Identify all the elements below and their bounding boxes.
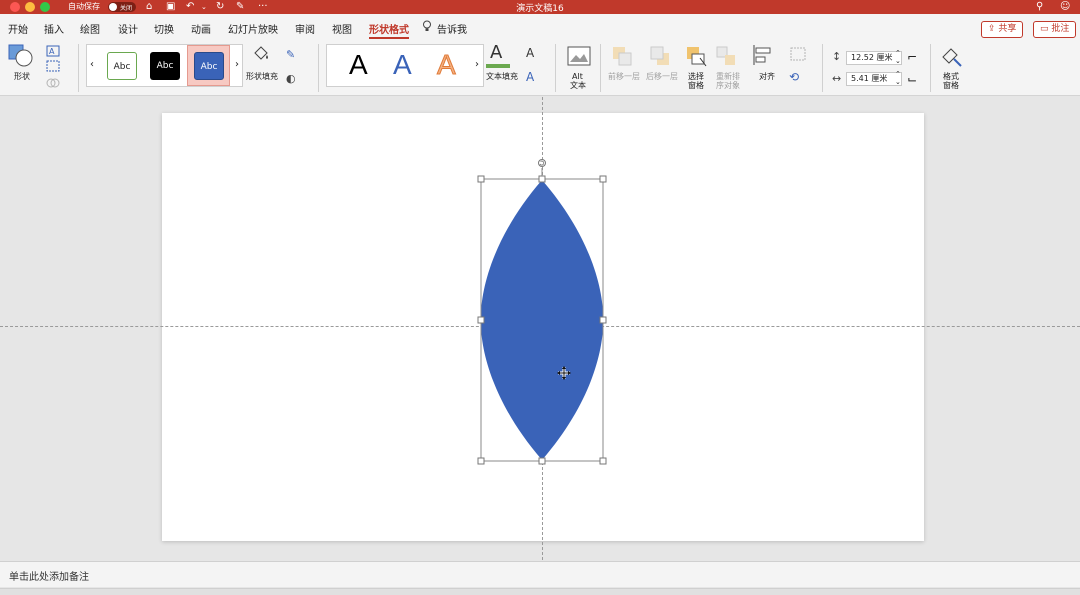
tab-animations[interactable]: 动画 — [191, 21, 211, 36]
group-icon — [790, 47, 806, 61]
alt-text-label-1: Alt — [572, 72, 583, 81]
tell-me-search[interactable]: 告诉我 — [437, 21, 467, 36]
format-pane-label-2: 窗格 — [943, 81, 959, 90]
reorder-objects-icon — [716, 46, 735, 65]
ribbon: 形状 A ‹ Abc Abc Abc › 形状填充 ✎ ◐ A A A › A … — [0, 40, 1080, 96]
rotate-handle-icon[interactable] — [538, 159, 546, 167]
selection-pane-label-1: 选择 — [688, 72, 704, 81]
shape-style-black[interactable]: Abc — [150, 52, 180, 80]
rotate-icon[interactable]: ⟲ — [789, 70, 799, 84]
separator — [555, 44, 556, 92]
edit-shape-icon[interactable]: A — [46, 45, 60, 57]
wordart-gallery: A A A › — [326, 44, 484, 87]
height-input[interactable]: 12.52 厘米 — [846, 51, 902, 65]
resize-handle-bottom[interactable] — [538, 457, 546, 465]
comment-icon: ▭ — [1040, 24, 1052, 34]
tab-insert[interactable]: 插入 — [44, 21, 64, 36]
account-icon[interactable]: ☺ — [1060, 1, 1070, 13]
reorder-label-1: 重新排 — [716, 72, 740, 81]
active-tab-underline — [369, 37, 409, 39]
separator — [600, 44, 601, 92]
shapes-icon[interactable] — [8, 44, 34, 68]
format-pane-label-1: 格式 — [943, 72, 959, 81]
reorder-label-2: 序对象 — [716, 81, 740, 90]
title-bar: 自动保存 关闭 ⌂ ▣ ↶ ⌄ ↻ ✎ ··· 演示文稿16 ⚲ ☺ — [0, 0, 1080, 14]
selected-shape[interactable] — [470, 155, 615, 473]
selection-pane-icon[interactable] — [686, 46, 708, 68]
notes-placeholder[interactable]: 单击此处添加备注 — [9, 568, 89, 583]
gallery-next-icon[interactable]: › — [235, 59, 239, 70]
shape-effects-icon[interactable]: ◐ — [286, 72, 296, 85]
format-pane-icon[interactable] — [940, 45, 962, 67]
bring-forward-label: 前移一层 — [608, 72, 640, 81]
width-input[interactable]: 5.41 厘米 — [846, 72, 902, 86]
share-icon: ⇪ — [988, 24, 999, 34]
wordart-next-icon[interactable]: › — [475, 59, 479, 70]
shape-outline-icon[interactable]: ✎ — [286, 48, 295, 61]
width-spinner-icon[interactable]: ⌃ ⌄ — [895, 70, 901, 86]
merge-shapes-icon — [46, 78, 60, 88]
crop-corner-icon: ⌙ — [907, 72, 918, 86]
selection-pane-label-2: 窗格 — [688, 81, 704, 90]
paint-bucket-icon[interactable] — [251, 44, 271, 64]
share-label: 共享 — [998, 24, 1017, 34]
resize-handle-bl[interactable] — [477, 457, 485, 465]
bring-forward-icon — [613, 47, 632, 66]
resize-handle-top[interactable] — [538, 175, 546, 183]
width-icon: ↔ — [832, 72, 842, 85]
shape-style-outline[interactable]: Abc — [107, 52, 137, 80]
separator — [930, 44, 931, 92]
comments-label: 批注 — [1051, 24, 1070, 34]
status-bar — [0, 588, 1080, 595]
text-fill-icon[interactable]: A — [490, 42, 502, 63]
comments-button[interactable]: ▭ 批注 — [1033, 21, 1077, 38]
document-title: 演示文稿16 — [516, 4, 564, 14]
height-spinner-icon[interactable]: ⌃ ⌄ — [895, 49, 901, 65]
lightbulb-icon — [423, 20, 431, 31]
resize-handle-tr[interactable] — [599, 175, 607, 183]
resize-handle-left[interactable] — [477, 316, 485, 324]
shape-styles-gallery: ‹ Abc Abc Abc › — [86, 44, 243, 87]
text-effects-icon[interactable]: A — [526, 70, 534, 84]
gallery-prev-icon[interactable]: ‹ — [90, 59, 94, 70]
tab-view[interactable]: 视图 — [332, 21, 352, 36]
wordart-blue[interactable]: A — [393, 49, 412, 81]
text-outline-icon[interactable]: A — [526, 46, 534, 60]
resize-handle-br[interactable] — [599, 457, 607, 465]
tab-home[interactable]: 开始 — [8, 21, 28, 36]
lens-shape[interactable] — [480, 180, 604, 460]
height-icon: ↕ — [832, 50, 842, 63]
tab-shape-format[interactable]: 形状格式 — [369, 21, 409, 36]
ribbon-tabs: 开始 插入 绘图 设计 切换 动画 幻灯片放映 审阅 视图 形状格式 告诉我 ⇪… — [0, 14, 1080, 40]
notes-pane[interactable]: 单击此处添加备注 — [0, 561, 1080, 587]
send-backward-label: 后移一层 — [646, 72, 678, 81]
wordart-orange[interactable]: A — [437, 49, 457, 81]
shape-fill-label: 形状填充 — [246, 72, 278, 81]
align-icon[interactable] — [752, 44, 774, 66]
svg-text:A: A — [49, 47, 55, 56]
lock-aspect-icon[interactable]: ⌐ — [907, 50, 917, 64]
alt-text-label-2: 文本 — [570, 81, 586, 90]
shapes-label: 形状 — [14, 72, 30, 81]
tab-transitions[interactable]: 切换 — [154, 21, 174, 36]
tab-design[interactable]: 设计 — [118, 21, 138, 36]
separator — [822, 44, 823, 92]
resize-handle-tl[interactable] — [477, 175, 485, 183]
share-button[interactable]: ⇪ 共享 — [981, 21, 1024, 38]
align-label: 对齐 — [759, 72, 775, 81]
shape-style-blue[interactable]: Abc — [194, 52, 224, 80]
wordart-black[interactable]: A — [349, 49, 368, 81]
send-backward-icon — [650, 46, 669, 65]
tab-review[interactable]: 审阅 — [295, 21, 315, 36]
search-icon[interactable]: ⚲ — [1036, 1, 1043, 13]
separator — [78, 44, 79, 92]
tab-slideshow[interactable]: 幻灯片放映 — [228, 21, 278, 36]
text-fill-color-bar — [486, 64, 510, 68]
text-fill-label: 文本填充 — [486, 72, 518, 81]
tab-draw[interactable]: 绘图 — [80, 21, 100, 36]
separator — [318, 44, 319, 92]
resize-handle-right[interactable] — [599, 316, 607, 324]
text-box-icon[interactable] — [46, 60, 60, 72]
alt-text-icon[interactable] — [567, 46, 591, 66]
